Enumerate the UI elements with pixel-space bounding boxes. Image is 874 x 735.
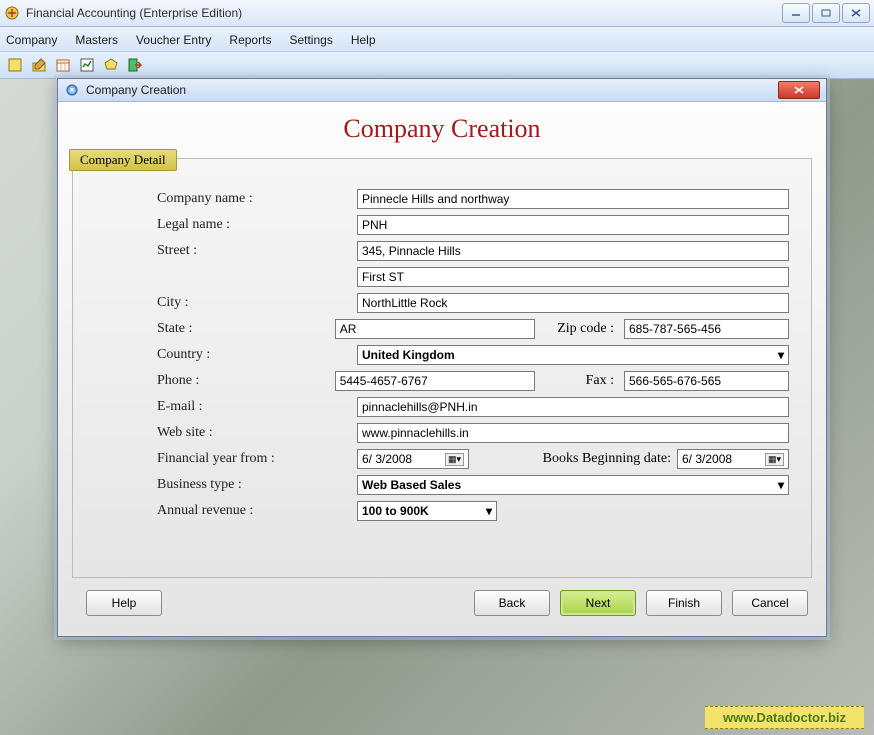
toolbar xyxy=(0,52,874,79)
fin-year-date-picker[interactable]: 6/ 3/2008 ▦▾ xyxy=(357,449,469,469)
toolbar-exit-icon[interactable] xyxy=(126,56,144,74)
menu-masters[interactable]: Masters xyxy=(75,33,118,47)
annual-revenue-value: 100 to 900K xyxy=(362,504,429,518)
label-state: State : xyxy=(95,321,335,337)
menu-voucher[interactable]: Voucher Entry xyxy=(136,33,211,47)
country-select[interactable]: United Kingdom ▾ xyxy=(357,345,789,365)
menu-help[interactable]: Help xyxy=(351,33,376,47)
legal-name-field[interactable] xyxy=(357,215,789,235)
close-button[interactable] xyxy=(842,3,870,23)
cancel-button[interactable]: Cancel xyxy=(732,590,808,616)
zip-field[interactable] xyxy=(624,319,789,339)
label-zip: Zip code : xyxy=(535,321,624,337)
street2-field[interactable] xyxy=(357,267,789,287)
label-country: Country : xyxy=(95,347,357,363)
business-type-value: Web Based Sales xyxy=(362,478,461,492)
toolbar-calendar-icon[interactable] xyxy=(54,56,72,74)
label-books-begin: Books Beginning date: xyxy=(469,451,677,467)
label-fax: Fax : xyxy=(535,373,624,389)
app-icon xyxy=(4,5,20,21)
books-begin-value: 6/ 3/2008 xyxy=(682,452,765,466)
dialog-heading: Company Creation xyxy=(72,114,812,144)
dialog-body: Company Creation Company Detail Company … xyxy=(58,102,826,636)
dialog-button-row: Help Back Next Finish Cancel xyxy=(72,578,812,626)
menu-company[interactable]: Company xyxy=(6,33,57,47)
titlebar: Financial Accounting (Enterprise Edition… xyxy=(0,0,874,27)
dialog-title: Company Creation xyxy=(86,83,778,97)
annual-revenue-select[interactable]: 100 to 900K ▾ xyxy=(357,501,497,521)
app-window: Financial Accounting (Enterprise Edition… xyxy=(0,0,874,735)
menu-reports[interactable]: Reports xyxy=(229,33,271,47)
toolbar-new-icon[interactable] xyxy=(6,56,24,74)
toolbar-edit-icon[interactable] xyxy=(30,56,48,74)
calendar-dropdown-icon: ▦▾ xyxy=(765,453,784,466)
email-field[interactable] xyxy=(357,397,789,417)
maximize-button[interactable] xyxy=(812,3,840,23)
help-button[interactable]: Help xyxy=(86,590,162,616)
dialog-icon xyxy=(64,82,80,98)
calendar-dropdown-icon: ▦▾ xyxy=(445,453,464,466)
dialog-titlebar: Company Creation xyxy=(58,79,826,102)
dialog-close-button[interactable] xyxy=(778,81,820,99)
website-field[interactable] xyxy=(357,423,789,443)
label-company-name: Company name : xyxy=(95,191,357,207)
label-legal-name: Legal name : xyxy=(95,217,357,233)
city-field[interactable] xyxy=(357,293,789,313)
country-value: United Kingdom xyxy=(362,348,455,362)
chevron-down-icon: ▾ xyxy=(778,478,784,492)
group-label: Company Detail xyxy=(69,149,177,171)
next-button[interactable]: Next xyxy=(560,590,636,616)
company-detail-group: Company Detail Company name : Legal name… xyxy=(72,158,812,578)
state-field[interactable] xyxy=(335,319,535,339)
label-email: E-mail : xyxy=(95,399,357,415)
window-buttons xyxy=(782,3,870,23)
label-fin-year: Financial year from : xyxy=(95,451,357,467)
phone-field[interactable] xyxy=(335,371,535,391)
business-type-select[interactable]: Web Based Sales ▾ xyxy=(357,475,789,495)
back-button[interactable]: Back xyxy=(474,590,550,616)
watermark: www.Datadoctor.biz xyxy=(705,706,864,729)
fax-field[interactable] xyxy=(624,371,789,391)
label-street: Street : xyxy=(95,243,357,259)
label-city: City : xyxy=(95,295,357,311)
label-annual-revenue: Annual revenue : xyxy=(95,503,357,519)
label-business-type: Business type : xyxy=(95,477,357,493)
minimize-button[interactable] xyxy=(782,3,810,23)
label-website: Web site : xyxy=(95,425,357,441)
menubar: Company Masters Voucher Entry Reports Se… xyxy=(0,27,874,52)
company-name-field[interactable] xyxy=(357,189,789,209)
street1-field[interactable] xyxy=(357,241,789,261)
books-begin-date-picker[interactable]: 6/ 3/2008 ▦▾ xyxy=(677,449,789,469)
chevron-down-icon: ▾ xyxy=(778,348,784,362)
label-phone: Phone : xyxy=(95,373,335,389)
finish-button[interactable]: Finish xyxy=(646,590,722,616)
fin-year-value: 6/ 3/2008 xyxy=(362,452,445,466)
menu-settings[interactable]: Settings xyxy=(289,33,332,47)
chevron-down-icon: ▾ xyxy=(486,504,492,518)
window-title: Financial Accounting (Enterprise Edition… xyxy=(26,6,782,20)
toolbar-tag-icon[interactable] xyxy=(102,56,120,74)
company-creation-dialog: Company Creation Company Creation Compan… xyxy=(57,78,827,637)
toolbar-report-icon[interactable] xyxy=(78,56,96,74)
